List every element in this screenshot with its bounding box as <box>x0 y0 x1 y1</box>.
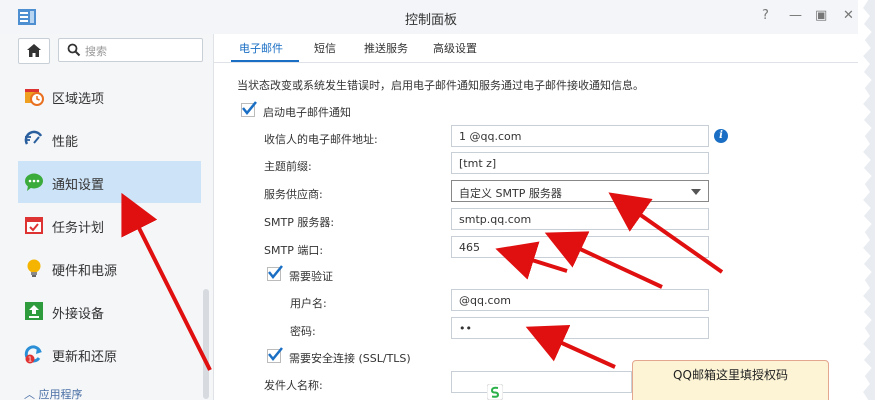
annotation-note-text: QQ邮箱这里填授权码 <box>673 368 788 382</box>
sender-name-label: 发件人名称: <box>264 379 323 392</box>
sender-name-field[interactable] <box>451 371 632 393</box>
sidebar-item-label: 任务计划 <box>52 221 105 236</box>
sidebar-item-label: 通知设置 <box>52 178 105 193</box>
smtp-server-field[interactable]: smtp.qq.com <box>451 208 709 230</box>
sidebar-item-hardware-power[interactable]: 硬件和电源 <box>18 247 201 289</box>
home-icon <box>27 44 41 57</box>
password-field[interactable]: •• <box>451 317 709 339</box>
sidebar-item-task-scheduler[interactable]: 任务计划 <box>18 204 201 246</box>
username-field[interactable]: @qq.com <box>451 289 709 311</box>
watermark-logo-icon <box>487 384 503 400</box>
title-bar: 控制面板 ? — ▣ ✕ <box>0 0 862 35</box>
calendar-clock-icon <box>25 89 44 106</box>
subject-prefix-field[interactable]: [tmt z] <box>451 152 709 174</box>
sidebar-item-notifications[interactable]: 通知设置 <box>18 161 201 203</box>
provider-select[interactable]: 自定义 SMTP 服务器 <box>451 180 709 202</box>
sidebar-item-performance[interactable]: 性能 <box>18 118 201 160</box>
provider-label: 服务供应商: <box>264 188 323 201</box>
smtp-port-label: SMTP 端口: <box>264 244 324 257</box>
close-button[interactable]: ✕ <box>843 8 854 23</box>
provider-selected-value: 自定义 SMTP 服务器 <box>459 187 562 200</box>
secure-connection-label: 需要安全连接 (SSL/TLS) <box>289 352 411 365</box>
secure-connection-checkbox[interactable] <box>267 347 283 363</box>
search-icon <box>67 43 81 57</box>
sidebar-item-region[interactable]: 区域选项 <box>18 75 201 117</box>
lightbulb-icon <box>27 259 41 277</box>
smtp-server-label: SMTP 服务器: <box>264 216 335 229</box>
sidebar-item-label: 更新和还原 <box>52 350 118 365</box>
tab-sms[interactable]: 短信 <box>314 40 336 56</box>
help-button[interactable]: ? <box>762 8 769 23</box>
enable-email-checkbox[interactable] <box>241 101 257 117</box>
sidebar-item-label: 外接设备 <box>52 307 105 322</box>
upload-icon <box>25 302 43 320</box>
tab-advanced[interactable]: 高级设置 <box>433 40 477 56</box>
search-input[interactable]: 搜索 <box>58 38 203 62</box>
checkmark-icon <box>268 265 283 279</box>
enable-email-label: 启动电子邮件通知 <box>263 106 351 119</box>
section-toggle-applications[interactable]: ︿ 应用程序 <box>24 386 83 400</box>
home-button[interactable] <box>18 38 50 64</box>
sidebar-item-label: 区域选项 <box>52 92 105 107</box>
chevron-up-icon: ︿ <box>24 388 35 400</box>
sidebar-item-external-devices[interactable]: 外接设备 <box>18 290 201 332</box>
sidebar-item-label: 性能 <box>52 135 79 150</box>
speedometer-icon <box>24 130 43 145</box>
tab-email[interactable]: 电子邮件 <box>239 40 283 56</box>
checkmark-icon <box>268 347 283 361</box>
sidebar-scrollbar[interactable] <box>203 289 209 399</box>
username-label: 用户名: <box>290 297 327 310</box>
window-title: 控制面板 <box>404 13 457 28</box>
recipient-field[interactable]: 1 @qq.com <box>451 125 709 147</box>
active-tab-indicator <box>231 60 299 62</box>
subject-prefix-label: 主题前缀: <box>264 160 312 173</box>
password-label: 密码: <box>290 325 316 338</box>
tab-bar: 电子邮件 短信 推送服务 高级设置 <box>214 34 862 63</box>
chevron-down-icon <box>691 189 701 195</box>
email-description: 当状态改变或系统发生错误时，启用电子邮件通知服务通过电子邮件接收通知信息。 <box>237 79 644 92</box>
section-toggle-label: 应用程序 <box>38 388 83 400</box>
info-icon[interactable]: i <box>714 129 728 143</box>
calendar-check-icon <box>25 217 43 234</box>
chat-bubble-icon <box>25 173 43 191</box>
maximize-button[interactable]: ▣ <box>815 8 827 23</box>
minimize-button[interactable]: — <box>789 8 802 23</box>
control-panel-window: 控制面板 ? — ▣ ✕ 搜索 区域选项 性能 通知设置 任务计划 硬件和电源 … <box>0 0 862 400</box>
sidebar: 搜索 区域选项 性能 通知设置 任务计划 硬件和电源 外接设备 1 更新和还原 … <box>0 34 214 400</box>
checkmark-icon <box>242 101 257 115</box>
require-auth-checkbox[interactable] <box>267 265 283 281</box>
sidebar-item-update-restore[interactable]: 1 更新和还原 <box>18 333 201 375</box>
refresh-icon: 1 <box>24 345 42 364</box>
torn-edge <box>858 0 872 400</box>
update-badge: 1 <box>28 356 32 364</box>
require-auth-label: 需要验证 <box>289 270 333 283</box>
smtp-port-field[interactable]: 465 <box>451 236 709 258</box>
search-placeholder: 搜索 <box>85 45 107 58</box>
annotation-note: QQ邮箱这里填授权码 <box>632 360 829 400</box>
tab-push-service[interactable]: 推送服务 <box>364 40 408 56</box>
recipient-label: 收信人的电子邮件地址: <box>264 133 378 146</box>
sidebar-item-label: 硬件和电源 <box>52 264 118 279</box>
